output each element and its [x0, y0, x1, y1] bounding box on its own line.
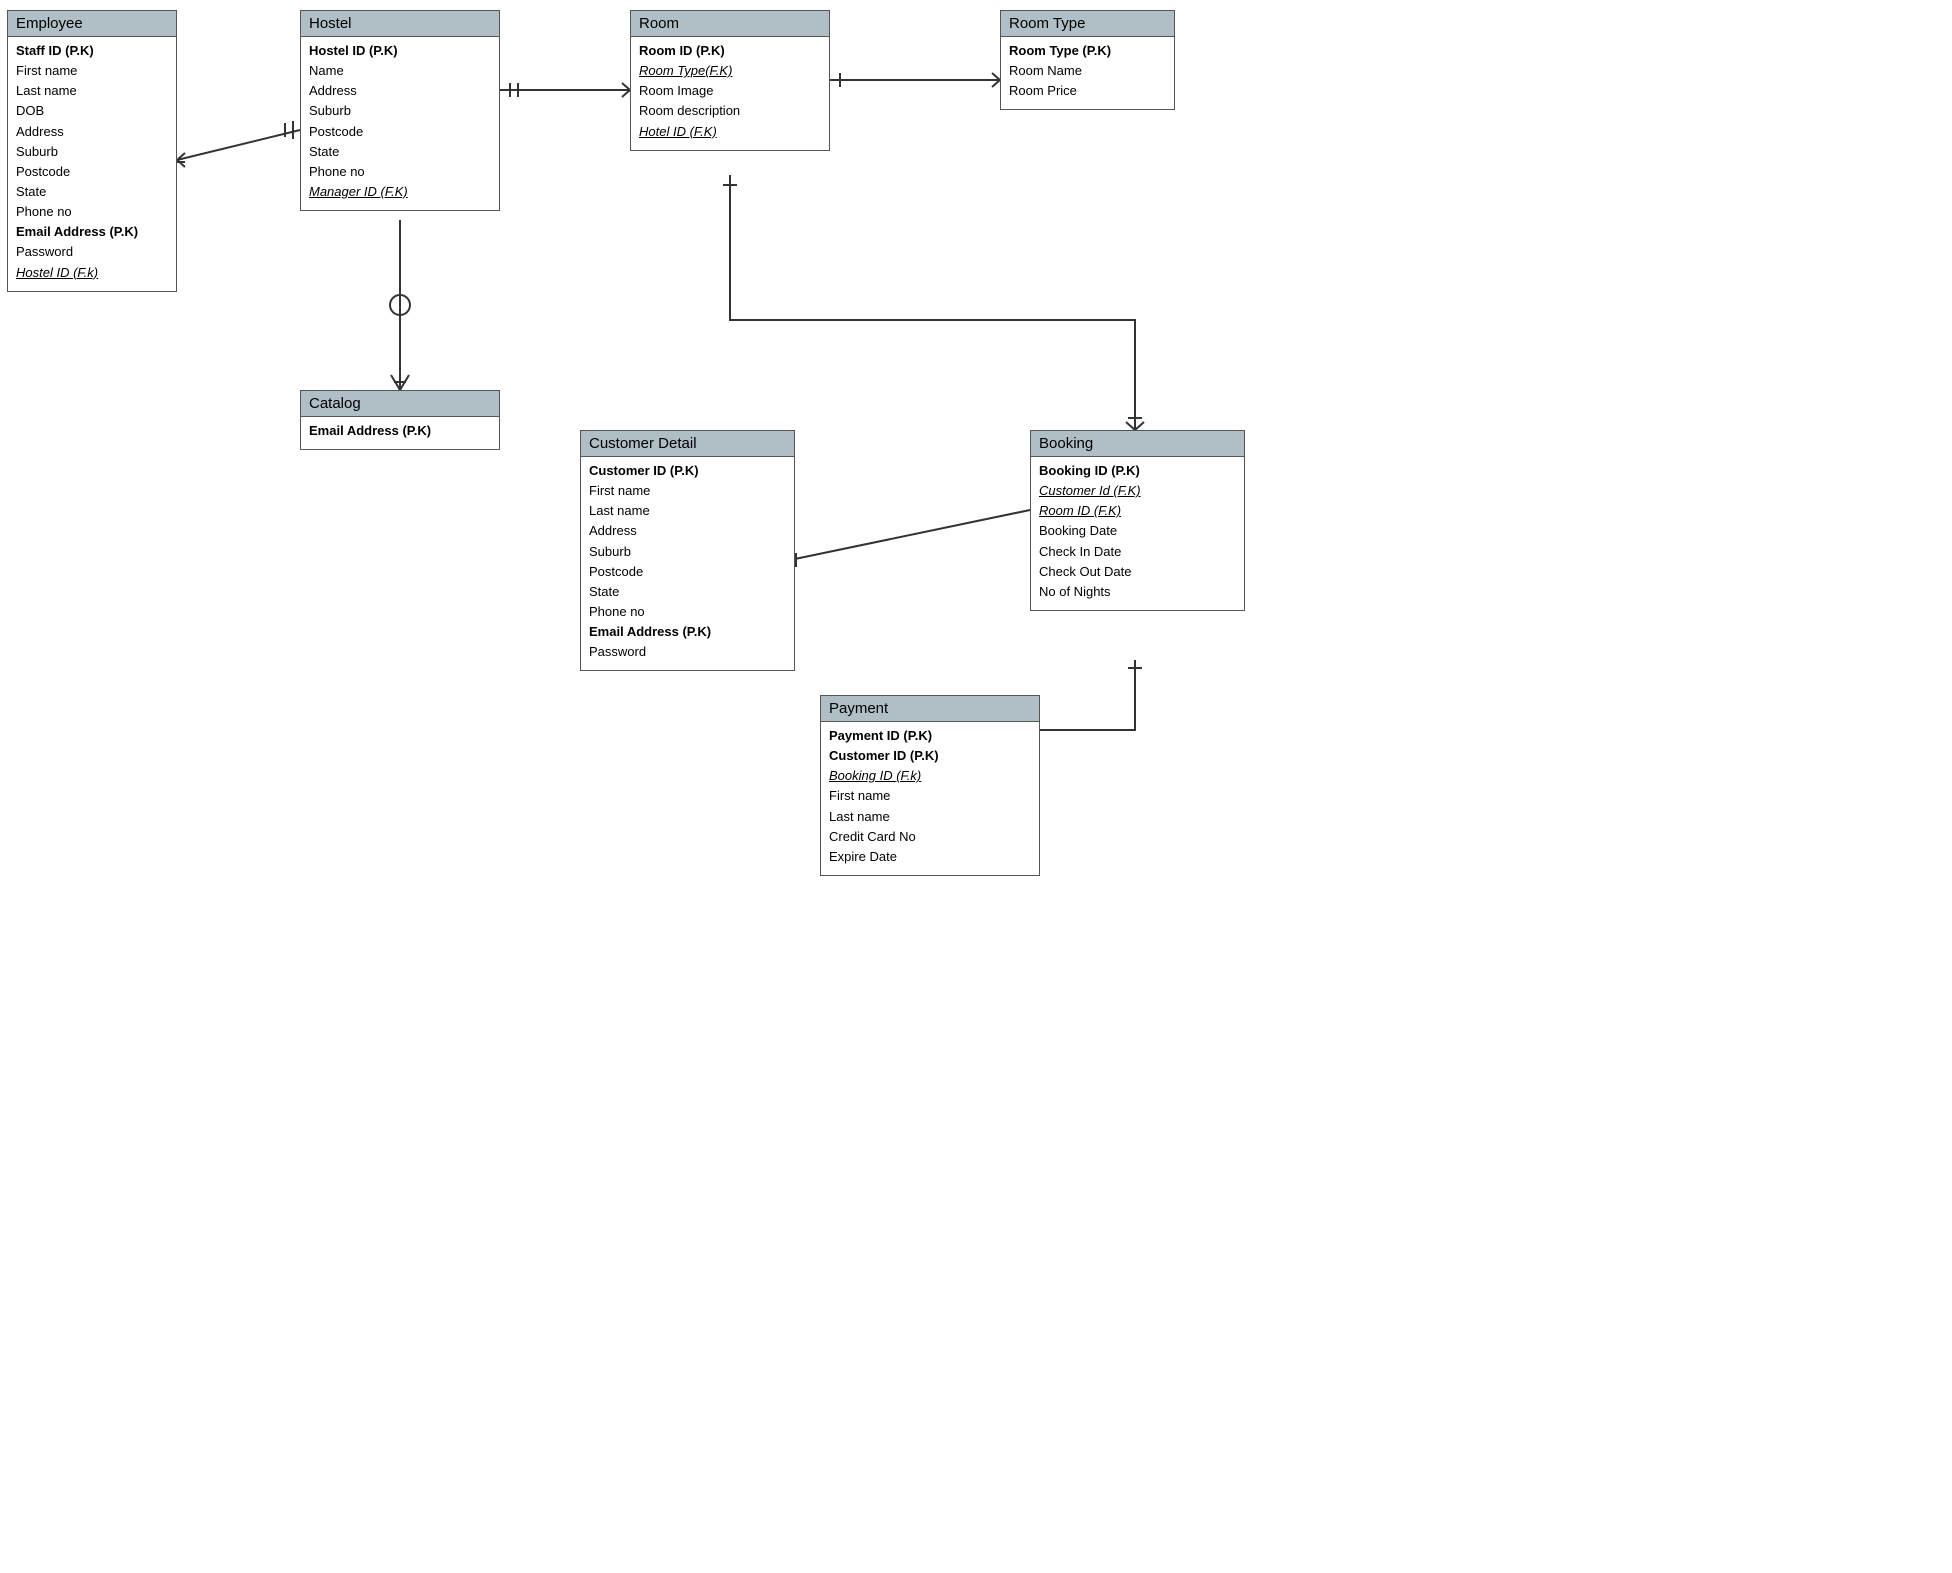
- field-booking-id: Booking ID (P.K): [1039, 461, 1236, 481]
- field-payment-customerid: Customer ID (P.K): [829, 746, 1031, 766]
- field-roomtype-id: Room Type (P.K): [1009, 41, 1166, 61]
- entity-payment: Payment Payment ID (P.K) Customer ID (P.…: [820, 695, 1040, 876]
- hostel-catalog-line: [390, 220, 410, 390]
- field-hostel-state: State: [309, 142, 491, 162]
- entity-employee-body: Staff ID (P.K) First name Last name DOB …: [8, 37, 176, 291]
- field-roomtype-name: Room Name: [1009, 61, 1166, 81]
- field-customer-id: Customer ID (P.K): [589, 461, 786, 481]
- field-employee-email: Email Address (P.K): [16, 222, 168, 242]
- field-payment-lastname: Last name: [829, 807, 1031, 827]
- entity-catalog-header: Catalog: [301, 391, 499, 417]
- field-booking-nights: No of Nights: [1039, 582, 1236, 602]
- field-employee-suburb: Suburb: [16, 142, 168, 162]
- entity-hostel: Hostel Hostel ID (P.K) Name Address Subu…: [300, 10, 500, 211]
- field-customer-suburb: Suburb: [589, 542, 786, 562]
- field-customer-firstname: First name: [589, 481, 786, 501]
- entity-payment-header: Payment: [821, 696, 1039, 722]
- field-payment-expiry: Expire Date: [829, 847, 1031, 867]
- entity-hostel-body: Hostel ID (P.K) Name Address Suburb Post…: [301, 37, 499, 210]
- entity-booking: Booking Booking ID (P.K) Customer Id (F.…: [1030, 430, 1245, 611]
- field-hostel-address: Address: [309, 81, 491, 101]
- field-employee-state: State: [16, 182, 168, 202]
- room-booking-line: [723, 175, 1144, 430]
- field-catalog-email: Email Address (P.K): [309, 421, 491, 441]
- field-room-type: Room Type(F.K): [639, 61, 821, 81]
- field-room-image: Room Image: [639, 81, 821, 101]
- entity-hostel-header: Hostel: [301, 11, 499, 37]
- entity-booking-body: Booking ID (P.K) Customer Id (F.K) Room …: [1031, 457, 1244, 610]
- entity-customerdetail: Customer Detail Customer ID (P.K) First …: [580, 430, 795, 671]
- field-booking-checkin: Check In Date: [1039, 542, 1236, 562]
- field-booking-checkout: Check Out Date: [1039, 562, 1236, 582]
- employee-hostel-line: [177, 121, 300, 167]
- field-employee-lastname: Last name: [16, 81, 168, 101]
- hostel-room-line: [500, 83, 630, 97]
- entity-room-header: Room: [631, 11, 829, 37]
- entity-roomtype-header: Room Type: [1001, 11, 1174, 37]
- field-hostel-phoneno: Phone no: [309, 162, 491, 182]
- field-payment-creditcard: Credit Card No: [829, 827, 1031, 847]
- entity-customerdetail-header: Customer Detail: [581, 431, 794, 457]
- field-hostel-name: Name: [309, 61, 491, 81]
- field-room-id: Room ID (P.K): [639, 41, 821, 61]
- entity-catalog-body: Email Address (P.K): [301, 417, 499, 449]
- entity-roomtype: Room Type Room Type (P.K) Room Name Room…: [1000, 10, 1175, 110]
- field-booking-date: Booking Date: [1039, 521, 1236, 541]
- field-booking-roomid: Room ID (F.K): [1039, 501, 1236, 521]
- field-hostel-managerid: Manager ID (F.K): [309, 182, 491, 202]
- entity-catalog: Catalog Email Address (P.K): [300, 390, 500, 450]
- booking-payment-line: [1026, 660, 1142, 737]
- field-employee-hostelid: Hostel ID (F.k): [16, 263, 168, 283]
- field-customer-email: Email Address (P.K): [589, 622, 786, 642]
- field-employee-password: Password: [16, 242, 168, 262]
- entity-room: Room Room ID (P.K) Room Type(F.K) Room I…: [630, 10, 830, 151]
- field-room-description: Room description: [639, 101, 821, 121]
- field-customer-password: Password: [589, 642, 786, 662]
- entity-customerdetail-body: Customer ID (P.K) First name Last name A…: [581, 457, 794, 670]
- field-room-hotelid: Hotel ID (F.K): [639, 122, 821, 142]
- field-booking-customerid: Customer Id (F.K): [1039, 481, 1236, 501]
- entity-payment-body: Payment ID (P.K) Customer ID (P.K) Booki…: [821, 722, 1039, 875]
- entity-booking-header: Booking: [1031, 431, 1244, 457]
- field-employee-address: Address: [16, 122, 168, 142]
- entity-roomtype-body: Room Type (P.K) Room Name Room Price: [1001, 37, 1174, 109]
- field-employee-phoneno: Phone no: [16, 202, 168, 222]
- field-customer-address: Address: [589, 521, 786, 541]
- field-employee-dob: DOB: [16, 101, 168, 121]
- field-employee-postcode: Postcode: [16, 162, 168, 182]
- field-employee-staffid: Staff ID (P.K): [16, 41, 168, 61]
- field-payment-firstname: First name: [829, 786, 1031, 806]
- field-customer-lastname: Last name: [589, 501, 786, 521]
- field-hostel-id: Hostel ID (P.K): [309, 41, 491, 61]
- customer-booking-line: [790, 503, 1038, 567]
- room-roomtype-line: [830, 73, 1000, 87]
- entity-employee: Employee Staff ID (P.K) First name Last …: [7, 10, 177, 292]
- entity-room-body: Room ID (P.K) Room Type(F.K) Room Image …: [631, 37, 829, 150]
- field-employee-firstname: First name: [16, 61, 168, 81]
- field-payment-id: Payment ID (P.K): [829, 726, 1031, 746]
- field-customer-state: State: [589, 582, 786, 602]
- field-customer-phoneno: Phone no: [589, 602, 786, 622]
- field-payment-bookingid: Booking ID (F.k): [829, 766, 1031, 786]
- field-roomtype-price: Room Price: [1009, 81, 1166, 101]
- field-hostel-postcode: Postcode: [309, 122, 491, 142]
- field-hostel-suburb: Suburb: [309, 101, 491, 121]
- entity-employee-header: Employee: [8, 11, 176, 37]
- field-customer-postcode: Postcode: [589, 562, 786, 582]
